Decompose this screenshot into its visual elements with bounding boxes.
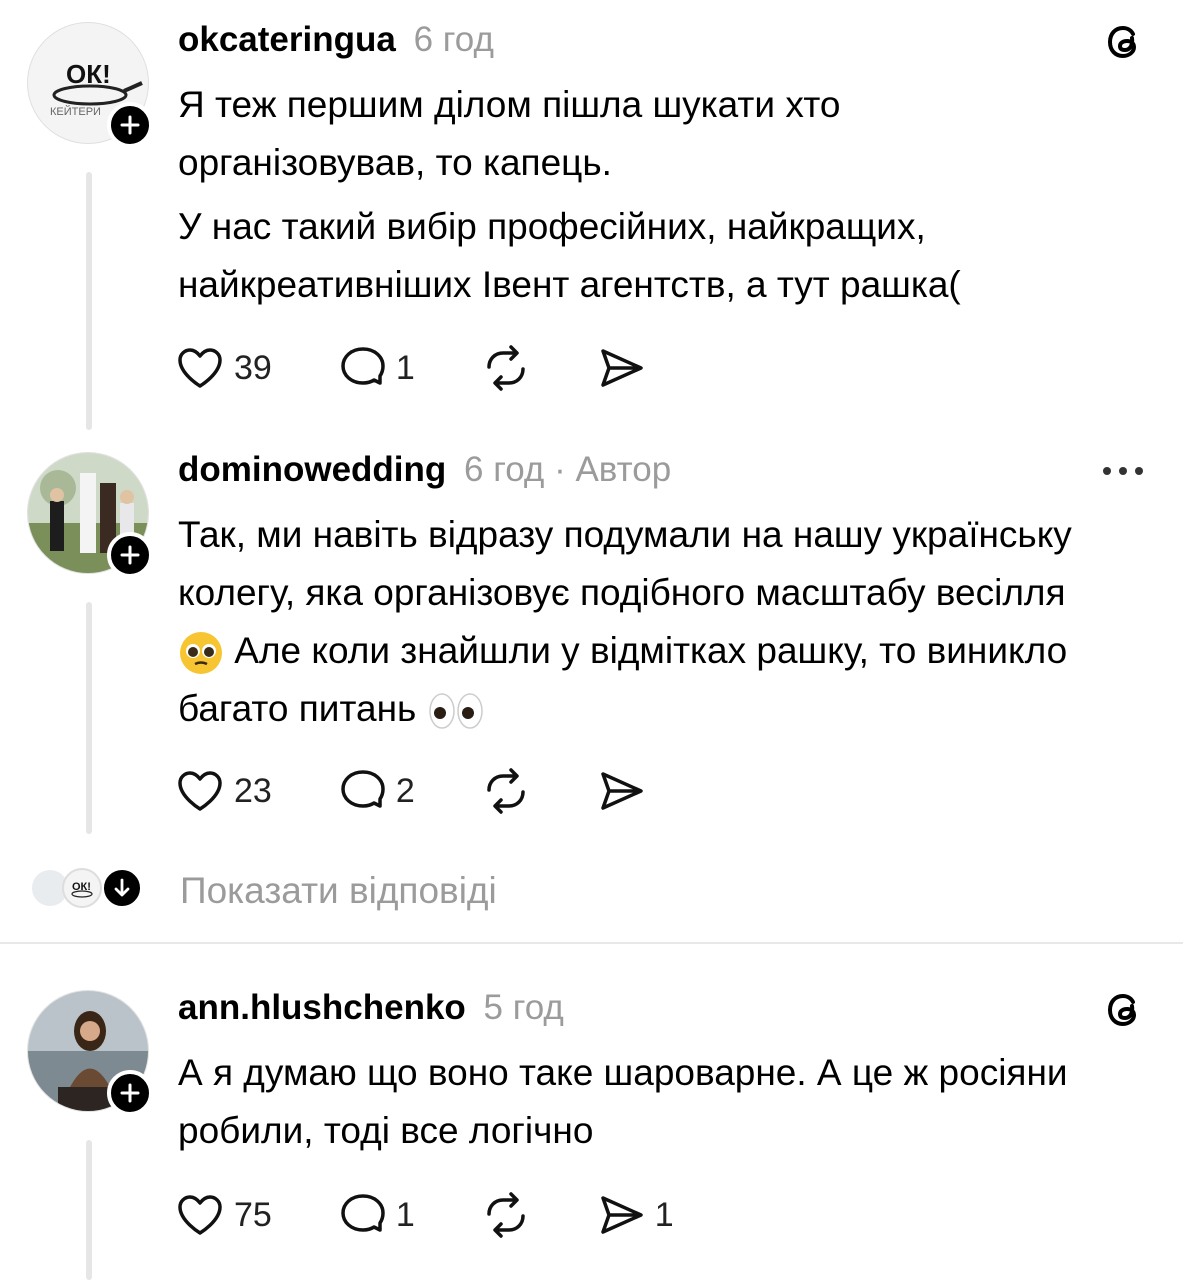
show-replies-row[interactable]: ОК! Показати відповіді bbox=[0, 862, 1183, 918]
like-button[interactable]: 23 bbox=[176, 769, 272, 813]
avatar-dominowedding[interactable] bbox=[27, 452, 153, 578]
comment-header: ann.hlushchenko 5 год bbox=[178, 988, 564, 1028]
action-bar: 23 2 bbox=[176, 766, 681, 816]
share-button[interactable] bbox=[597, 768, 645, 814]
reply-count: 1 bbox=[395, 1195, 415, 1234]
like-count: 23 bbox=[234, 771, 272, 810]
thread-line bbox=[86, 1140, 92, 1280]
like-count: 39 bbox=[234, 348, 272, 387]
heart-icon bbox=[178, 1195, 222, 1235]
author-tag: · Автор bbox=[544, 450, 672, 489]
comment-okcateringua: ОК! КЕЙТЕРИ okcateringua 6 год Я теж пер… bbox=[0, 0, 1183, 430]
reply-avatar: ОК! bbox=[62, 868, 102, 908]
timestamp: 6 год bbox=[413, 20, 494, 59]
follow-plus-button[interactable] bbox=[107, 102, 153, 148]
catering-logo-icon: ОК! bbox=[71, 881, 93, 898]
reply-bubble-icon bbox=[341, 1194, 385, 1232]
eyes-emoji-icon bbox=[428, 693, 483, 729]
repost-icon bbox=[487, 1192, 525, 1238]
reply-count: 2 bbox=[395, 771, 415, 810]
comment-dominowedding: dominowedding 6 год · Автор Так, ми наві… bbox=[0, 430, 1183, 860]
repost-icon bbox=[487, 345, 525, 391]
comment-text: Але коли знайшли у відмітках рашку, то в… bbox=[178, 630, 1068, 729]
comment-header: dominowedding 6 год · Автор bbox=[178, 450, 671, 490]
send-icon bbox=[601, 1196, 643, 1234]
repost-button[interactable] bbox=[481, 768, 531, 814]
expand-replies-button[interactable] bbox=[102, 868, 142, 908]
avatar-ann-hlushchenko[interactable] bbox=[27, 990, 153, 1116]
reply-button[interactable]: 1 bbox=[338, 1192, 415, 1238]
username[interactable]: ann.hlushchenko bbox=[178, 988, 466, 1027]
share-button[interactable]: 1 bbox=[597, 1192, 674, 1238]
more-options-icon[interactable] bbox=[1101, 464, 1145, 483]
heart-icon bbox=[178, 771, 222, 811]
plus-icon bbox=[120, 545, 140, 565]
heart-icon bbox=[178, 348, 222, 388]
username[interactable]: okcateringua bbox=[178, 20, 396, 59]
avatar-okcateringua[interactable]: ОК! КЕЙТЕРИ bbox=[27, 22, 153, 148]
follow-plus-button[interactable] bbox=[107, 532, 153, 578]
comment-body: А я думаю що воно таке шароварне. А це ж… bbox=[178, 1044, 1093, 1160]
divider bbox=[0, 942, 1183, 944]
comment-ann-hlushchenko: ann.hlushchenko 5 год А я думаю що воно … bbox=[0, 968, 1183, 1280]
comment-paragraph: А я думаю що воно таке шароварне. А це ж… bbox=[178, 1052, 1068, 1151]
thread-line bbox=[86, 602, 92, 834]
threads-logo-icon[interactable] bbox=[1103, 20, 1147, 69]
reply-bubble-icon bbox=[341, 770, 385, 808]
arrow-down-icon bbox=[114, 878, 130, 897]
threads-logo-icon[interactable] bbox=[1103, 988, 1147, 1037]
comment-paragraph: Я теж першим ділом пішла шукати хто орга… bbox=[178, 84, 841, 183]
plus-icon bbox=[120, 1083, 140, 1103]
comment-text: Так, ми навіть відразу подумали на нашу … bbox=[178, 514, 1072, 613]
username[interactable]: dominowedding bbox=[178, 450, 446, 489]
send-icon bbox=[601, 349, 643, 387]
like-button[interactable]: 39 bbox=[176, 346, 272, 390]
share-button[interactable] bbox=[597, 345, 645, 391]
follow-plus-button[interactable] bbox=[107, 1070, 153, 1116]
avatar-logo-text: ОК! bbox=[66, 59, 111, 89]
comment-body: Я теж першим ділом пішла шукати хто орга… bbox=[178, 76, 1093, 314]
comment-paragraph: Так, ми навіть відразу подумали на нашу … bbox=[178, 506, 1093, 738]
repost-icon bbox=[487, 768, 525, 814]
reply-button[interactable]: 2 bbox=[338, 768, 415, 814]
like-count: 75 bbox=[234, 1195, 272, 1234]
action-bar: 39 1 bbox=[176, 343, 681, 393]
plus-icon bbox=[120, 115, 140, 135]
comment-header: okcateringua 6 год bbox=[178, 20, 494, 60]
send-icon bbox=[601, 772, 643, 810]
repost-button[interactable] bbox=[481, 1192, 531, 1238]
action-bar: 75 1 1 bbox=[176, 1190, 710, 1240]
thread-line bbox=[86, 172, 92, 430]
timestamp: 6 год bbox=[464, 450, 545, 489]
reply-button[interactable]: 1 bbox=[338, 345, 415, 391]
share-count: 1 bbox=[654, 1195, 674, 1234]
comment-paragraph: У нас такий вибір професійних, найкращих… bbox=[178, 206, 961, 305]
like-button[interactable]: 75 bbox=[176, 1193, 272, 1237]
timestamp: 5 год bbox=[483, 988, 564, 1027]
pleading-face-emoji-icon bbox=[180, 632, 222, 675]
reply-count: 1 bbox=[395, 348, 415, 387]
reply-bubble-icon bbox=[341, 347, 385, 385]
avatar-logo-subtext: КЕЙТЕРИ bbox=[50, 105, 101, 118]
show-replies-link[interactable]: Показати відповіді bbox=[180, 870, 497, 912]
comment-body: Так, ми навіть відразу подумали на нашу … bbox=[178, 506, 1093, 738]
repost-button[interactable] bbox=[481, 345, 531, 391]
